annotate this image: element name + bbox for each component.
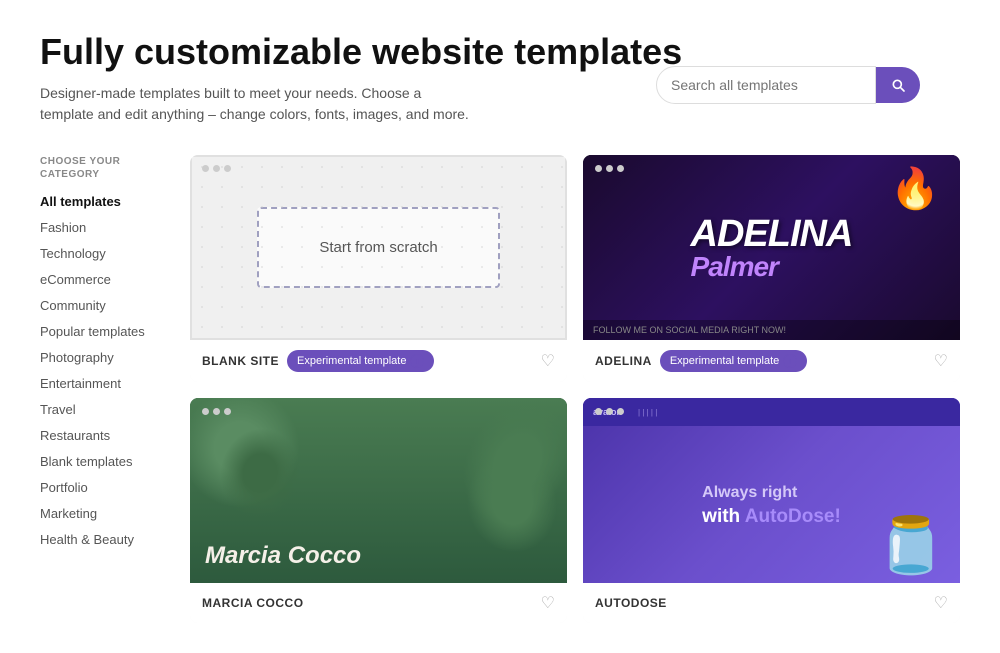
sidebar-link-restaurants[interactable]: Restaurants — [40, 428, 110, 443]
card-image-blank[interactable]: Start from scratch — [190, 155, 567, 340]
adelina-preview: 🔥 ADELINA Palmer FOLLOW ME ON SOCIAL MED… — [583, 155, 960, 340]
page-subtitle: Designer-made templates built to meet yo… — [40, 83, 470, 125]
favorite-button-marcia[interactable]: ♡ — [541, 593, 555, 613]
card-image-adelina[interactable]: 🔥 ADELINA Palmer FOLLOW ME ON SOCIAL MED… — [583, 155, 960, 340]
dot-2 — [213, 165, 220, 172]
sidebar: CHOOSE YOUR CATEGORY All templates Fashi… — [40, 155, 160, 623]
sidebar-item-popular[interactable]: Popular templates — [40, 323, 160, 339]
dot-m2 — [213, 408, 220, 415]
card-footer-marcia: MARCIA COCCO ♡ — [190, 583, 567, 623]
sidebar-link-technology[interactable]: Technology — [40, 246, 106, 261]
sidebar-item-restaurants[interactable]: Restaurants — [40, 427, 160, 443]
sidebar-item-blank[interactable]: Blank templates — [40, 453, 160, 469]
sidebar-item-portfolio[interactable]: Portfolio — [40, 479, 160, 495]
badge-info-icon-adelina: i — [783, 354, 797, 368]
card-name-adelina: ADELINA — [595, 354, 652, 368]
dot-a2 — [606, 165, 613, 172]
window-dots-marcia — [202, 408, 231, 415]
sidebar-link-fashion[interactable]: Fashion — [40, 220, 86, 235]
favorite-button-adelina[interactable]: ♡ — [934, 351, 948, 371]
dot-a1 — [595, 165, 602, 172]
sidebar-item-technology[interactable]: Technology — [40, 245, 160, 261]
adelina-text: ADELINA Palmer — [671, 205, 873, 291]
sidebar-item-fashion[interactable]: Fashion — [40, 219, 160, 235]
sidebar-link-travel[interactable]: Travel — [40, 402, 76, 417]
dot-d1 — [595, 408, 602, 415]
marcia-title: Marcia Cocco — [190, 529, 376, 583]
card-image-autodose[interactable]: avaton | | | | | Always right with AutoD… — [583, 398, 960, 583]
card-footer-autodose: AUTODOSE ♡ — [583, 583, 960, 623]
badge-label-adelina: Experimental template — [670, 355, 779, 367]
dot-3 — [224, 165, 231, 172]
autodose-line1: Always right — [702, 484, 841, 502]
grid-background — [192, 157, 565, 338]
card-image-marcia[interactable]: Marcia Cocco — [190, 398, 567, 583]
autodose-brand: AutoDose! — [745, 506, 841, 527]
appliance-illustration: 🫙 — [877, 513, 945, 578]
dot-d2 — [606, 408, 613, 415]
sidebar-item-ecommerce[interactable]: eCommerce — [40, 271, 160, 287]
badge-label-blank: Experimental template — [297, 355, 406, 367]
sidebar-item-health[interactable]: Health & Beauty — [40, 531, 160, 547]
search-icon — [890, 77, 906, 93]
favorite-button-blank[interactable]: ♡ — [541, 351, 555, 371]
adelina-name-top: ADELINA — [691, 215, 853, 253]
card-footer-blank: BLANK SITE Experimental template i ♡ — [190, 340, 567, 382]
adelina-social-text: FOLLOW ME ON SOCIAL MEDIA RIGHT NOW! — [593, 325, 786, 335]
dot-m1 — [202, 408, 209, 415]
search-button[interactable] — [876, 67, 920, 103]
sidebar-link-marketing[interactable]: Marketing — [40, 506, 97, 521]
nav-items: | | | | | — [638, 408, 657, 417]
template-card-blank: Start from scratch BLANK SITE Experiment… — [190, 155, 567, 382]
sidebar-item-marketing[interactable]: Marketing — [40, 505, 160, 521]
flame-decoration: 🔥 — [890, 165, 940, 212]
autodose-topbar: avaton | | | | | — [583, 398, 960, 426]
adelina-name-bot: Palmer — [691, 253, 853, 281]
search-input[interactable] — [656, 66, 876, 104]
sidebar-item-travel[interactable]: Travel — [40, 401, 160, 417]
dot-a3 — [617, 165, 624, 172]
card-name-marcia: MARCIA COCCO — [202, 596, 304, 610]
sidebar-link-photography[interactable]: Photography — [40, 350, 114, 365]
sidebar-link-community[interactable]: Community — [40, 298, 106, 313]
template-card-adelina: 🔥 ADELINA Palmer FOLLOW ME ON SOCIAL MED… — [583, 155, 960, 382]
sidebar-link-popular[interactable]: Popular templates — [40, 324, 145, 339]
templates-grid: Start from scratch BLANK SITE Experiment… — [190, 155, 960, 623]
sidebar-link-all[interactable]: All templates — [40, 194, 121, 209]
favorite-button-autodose[interactable]: ♡ — [934, 593, 948, 613]
badge-info-icon-blank: i — [410, 354, 424, 368]
template-card-marcia: Marcia Cocco MARCIA COCCO ♡ — [190, 398, 567, 623]
experimental-badge-blank[interactable]: Experimental template i — [287, 350, 434, 372]
window-dots-autodose — [595, 408, 624, 415]
sidebar-link-portfolio[interactable]: Portfolio — [40, 480, 88, 495]
adelina-footer-bar: FOLLOW ME ON SOCIAL MEDIA RIGHT NOW! — [583, 320, 960, 340]
autodose-line2: with AutoDose! — [702, 506, 841, 528]
experimental-badge-adelina[interactable]: Experimental template i — [660, 350, 807, 372]
sidebar-item-community[interactable]: Community — [40, 297, 160, 313]
dot-1 — [202, 165, 209, 172]
sidebar-link-blank[interactable]: Blank templates — [40, 454, 133, 469]
window-dots-adelina — [595, 165, 624, 172]
search-bar — [656, 66, 920, 104]
dot-m3 — [224, 408, 231, 415]
sidebar-item-photography[interactable]: Photography — [40, 349, 160, 365]
sidebar-link-health[interactable]: Health & Beauty — [40, 532, 134, 547]
autodose-text: Always right with AutoDose! — [687, 464, 856, 538]
category-heading: CHOOSE YOUR CATEGORY — [40, 155, 160, 181]
window-dots — [202, 165, 231, 172]
sidebar-link-ecommerce[interactable]: eCommerce — [40, 272, 111, 287]
autodose-preview: avaton | | | | | Always right with AutoD… — [583, 398, 960, 583]
content-area: CHOOSE YOUR CATEGORY All templates Fashi… — [40, 155, 960, 623]
card-footer-adelina: ADELINA Experimental template i ♡ — [583, 340, 960, 382]
template-card-autodose: avaton | | | | | Always right with AutoD… — [583, 398, 960, 623]
category-list: All templates Fashion Technology eCommer… — [40, 193, 160, 547]
sidebar-link-entertainment[interactable]: Entertainment — [40, 376, 121, 391]
card-name-autodose: AUTODOSE — [595, 596, 667, 610]
card-name-blank: BLANK SITE — [202, 354, 279, 368]
marcia-preview: Marcia Cocco — [190, 398, 567, 583]
sidebar-item-entertainment[interactable]: Entertainment — [40, 375, 160, 391]
sidebar-item-all[interactable]: All templates — [40, 193, 160, 209]
blank-site-preview: Start from scratch — [190, 155, 567, 340]
dot-d3 — [617, 408, 624, 415]
